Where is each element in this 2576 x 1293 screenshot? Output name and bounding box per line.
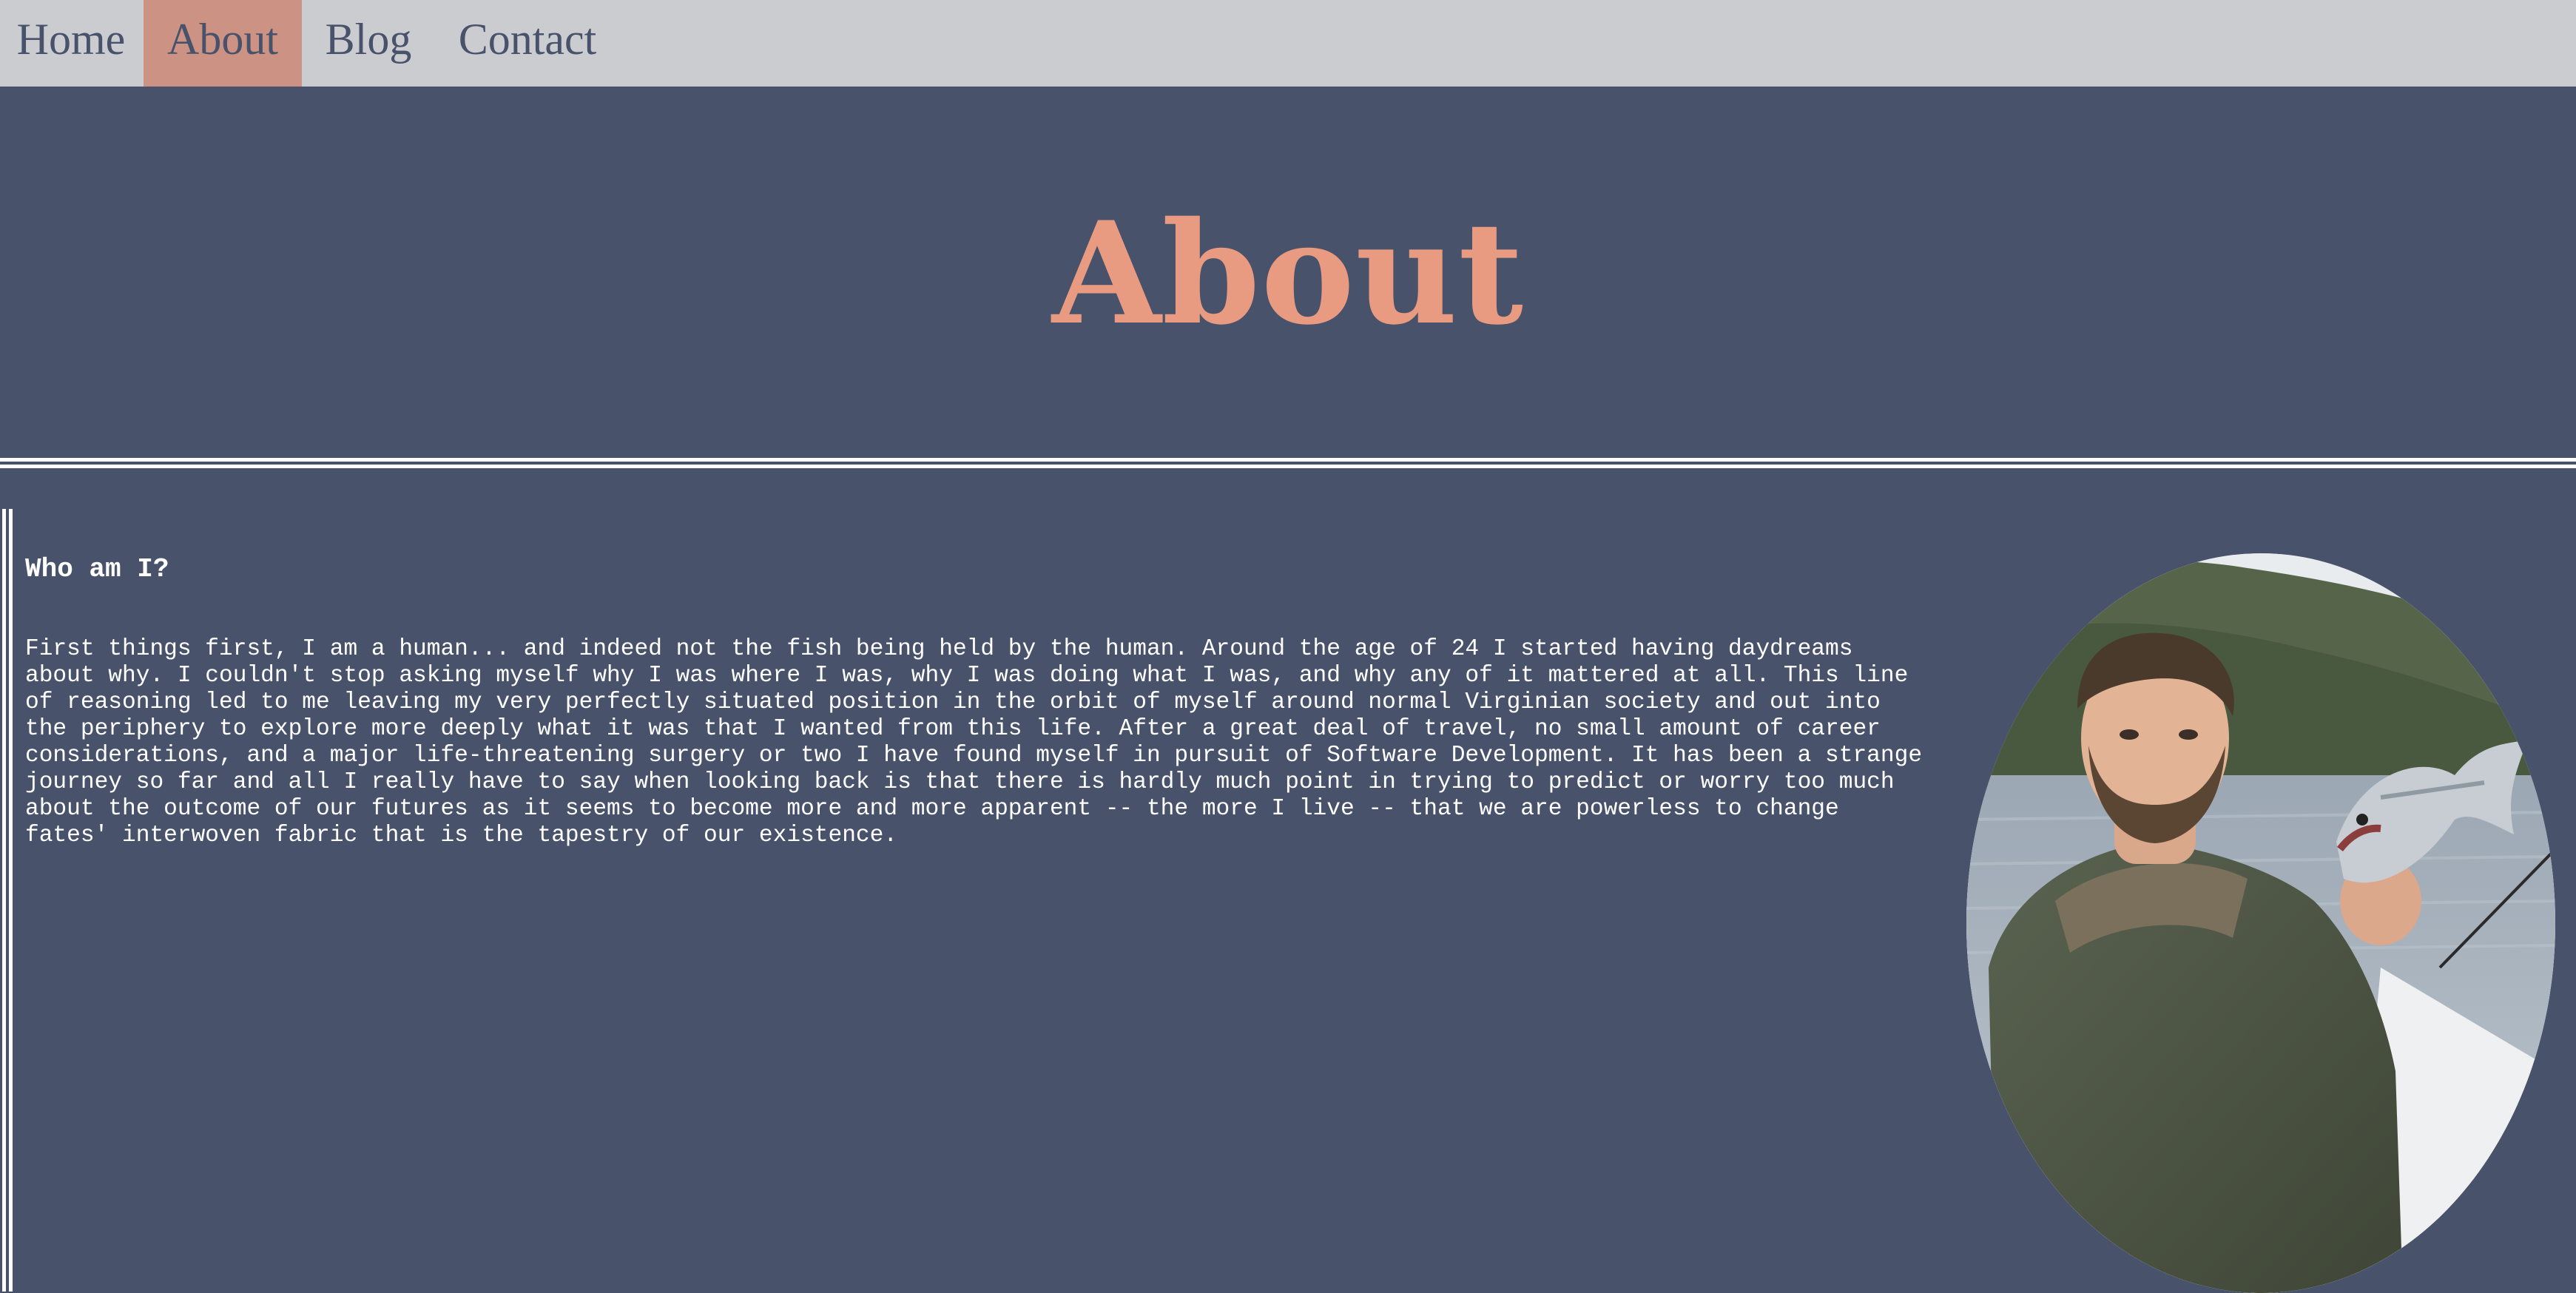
header-divider-top bbox=[0, 458, 2576, 462]
top-nav: Home About Blog Contact bbox=[0, 0, 2576, 87]
profile-photo bbox=[1966, 553, 2555, 1293]
content-border-inner bbox=[9, 509, 13, 1292]
section-heading: Who am I? bbox=[25, 554, 169, 584]
nav-item-contact[interactable]: Contact bbox=[448, 0, 607, 87]
profile-photo-illustration bbox=[1966, 553, 2555, 1293]
nav-item-about[interactable]: About bbox=[144, 0, 302, 87]
content-border-outer bbox=[2, 509, 6, 1292]
nav-item-home[interactable]: Home bbox=[0, 0, 142, 87]
nav-item-blog[interactable]: Blog bbox=[315, 0, 422, 87]
header-divider-bottom bbox=[0, 465, 2576, 468]
bio-paragraph: First things first, I am a human... and … bbox=[25, 636, 1923, 848]
page-title: About bbox=[1052, 191, 1524, 356]
